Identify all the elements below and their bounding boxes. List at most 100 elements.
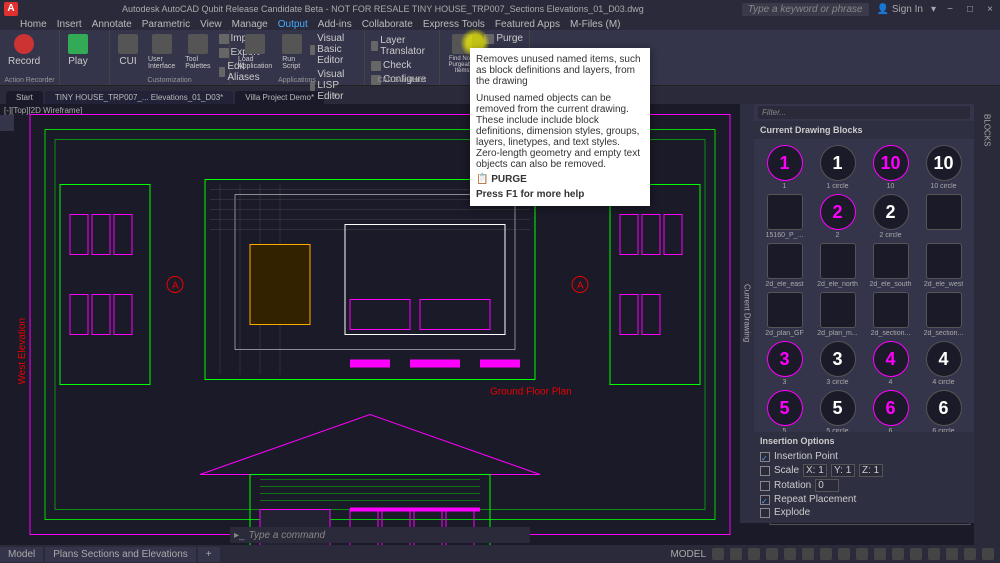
status-transp-icon[interactable] bbox=[838, 548, 850, 560]
ribbon-group-applications: Load Application Run Script Visual Basic… bbox=[230, 30, 365, 85]
cmd-icon: ▸_ bbox=[234, 530, 245, 541]
block-item[interactable]: 2d_ele_west bbox=[919, 243, 968, 288]
block-item[interactable]: 44 bbox=[866, 341, 915, 386]
block-item[interactable]: 1010 bbox=[866, 145, 915, 190]
block-item[interactable]: 2d_plan_m... bbox=[813, 292, 862, 337]
close-button[interactable]: × bbox=[984, 4, 996, 15]
ribbon-group-customization: CUI User Interface Tool Palettes Import … bbox=[110, 30, 230, 85]
menu-home[interactable]: Home bbox=[20, 19, 47, 30]
block-item[interactable]: 22 circle bbox=[866, 194, 915, 239]
block-item[interactable]: 55 bbox=[760, 390, 809, 432]
maximize-button[interactable]: □ bbox=[964, 4, 976, 15]
titlebar: A Autodesk AutoCAD Qubit Release Candida… bbox=[0, 0, 1000, 18]
menu-annotate[interactable]: Annotate bbox=[92, 19, 132, 30]
menu-addins[interactable]: Add-ins bbox=[318, 19, 352, 30]
play-button[interactable]: Play bbox=[64, 32, 92, 83]
status-custom-icon[interactable] bbox=[982, 548, 994, 560]
signin-button[interactable]: 👤 Sign In bbox=[877, 4, 923, 15]
checkbox[interactable] bbox=[760, 452, 770, 462]
svg-text:A: A bbox=[577, 281, 584, 292]
vba-editor-button[interactable]: Visual Basic Editor bbox=[308, 32, 360, 67]
menu-output[interactable]: Output bbox=[278, 19, 308, 30]
lisp-editor-button[interactable]: Visual LISP Editor bbox=[308, 68, 360, 103]
menu-featured[interactable]: Featured Apps bbox=[495, 19, 560, 30]
status-osnap-icon[interactable] bbox=[784, 548, 796, 560]
menu-parametric[interactable]: Parametric bbox=[142, 19, 190, 30]
block-item[interactable]: 66 bbox=[866, 390, 915, 432]
status-tab-model[interactable]: Model bbox=[0, 547, 43, 562]
app-logo[interactable]: A bbox=[4, 2, 18, 16]
ribbon-group-play: Play bbox=[60, 30, 110, 85]
block-item[interactable]: 22 bbox=[813, 194, 862, 239]
panel-side-label: Current Drawing bbox=[740, 104, 754, 523]
status-snap-icon[interactable] bbox=[730, 548, 742, 560]
block-item[interactable]: 33 circle bbox=[813, 341, 862, 386]
insertion-option-row[interactable]: Repeat Placement bbox=[760, 493, 968, 506]
ribbon-group-title: Applications bbox=[230, 77, 364, 84]
record-button[interactable]: Record bbox=[4, 32, 44, 83]
ribbon-group-title: Action Recorder bbox=[0, 77, 59, 84]
block-item[interactable]: 11 circle bbox=[813, 145, 862, 190]
status-clean-icon[interactable] bbox=[964, 548, 976, 560]
side-tab-blocks[interactable]: BLOCKS bbox=[983, 114, 992, 146]
menu-insert[interactable]: Insert bbox=[57, 19, 82, 30]
block-item[interactable]: 2d_ele_south bbox=[866, 243, 915, 288]
cmd-prompt: Type a command bbox=[249, 530, 326, 541]
block-item[interactable] bbox=[919, 194, 968, 239]
menu-view[interactable]: View bbox=[200, 19, 222, 30]
ribbon-group-recorder: Record Action Recorder bbox=[0, 30, 60, 85]
block-item[interactable]: 2d_section... bbox=[866, 292, 915, 337]
tab-start[interactable]: Start bbox=[6, 91, 43, 104]
menu-collaborate[interactable]: Collaborate bbox=[362, 19, 413, 30]
checkbox[interactable] bbox=[760, 481, 770, 491]
status-lweight-icon[interactable] bbox=[820, 548, 832, 560]
search-input[interactable]: Type a keyword or phrase bbox=[742, 3, 869, 16]
layer-translator-button[interactable]: Layer Translator bbox=[369, 34, 435, 58]
svg-text:A: A bbox=[172, 281, 179, 292]
block-item[interactable]: 2d_section... bbox=[919, 292, 968, 337]
checkbox[interactable] bbox=[760, 508, 770, 518]
check-button[interactable]: Check bbox=[369, 59, 435, 72]
block-item[interactable]: 2d_ele_east bbox=[760, 243, 809, 288]
checkbox[interactable] bbox=[760, 495, 770, 505]
purge-tooltip: Removes unused named items, such as bloc… bbox=[470, 48, 650, 206]
insertion-option-row[interactable]: Insertion Point bbox=[760, 450, 968, 463]
block-item[interactable]: 2d_ele_north bbox=[813, 243, 862, 288]
block-item[interactable]: 11 bbox=[760, 145, 809, 190]
status-tab-add[interactable]: + bbox=[198, 547, 220, 562]
status-grid-icon[interactable] bbox=[712, 548, 724, 560]
block-item[interactable]: 15160_P_... bbox=[760, 194, 809, 239]
ribbon-group-title: Customization bbox=[110, 77, 229, 84]
status-anno-icon[interactable] bbox=[874, 548, 886, 560]
help-icon[interactable]: ▾ bbox=[931, 4, 936, 15]
tooltip-footer: Press F1 for more help bbox=[476, 189, 644, 200]
block-item[interactable]: 1010 circle bbox=[919, 145, 968, 190]
blocks-filter-input[interactable]: Filter... bbox=[758, 106, 970, 119]
tab-current-file[interactable]: TINY HOUSE_TRP007_... Elevations_01_D03* bbox=[45, 91, 233, 104]
status-model[interactable]: MODEL bbox=[670, 549, 706, 560]
status-track-icon[interactable] bbox=[802, 548, 814, 560]
status-ortho-icon[interactable] bbox=[748, 548, 760, 560]
checkbox[interactable] bbox=[760, 466, 770, 476]
insertion-option-row[interactable]: ScaleX: 1Y: 1Z: 1 bbox=[760, 463, 968, 478]
status-polar-icon[interactable] bbox=[766, 548, 778, 560]
status-cycle-icon[interactable] bbox=[856, 548, 868, 560]
command-line[interactable]: ▸_ Type a command bbox=[230, 527, 530, 543]
status-hw-icon[interactable] bbox=[946, 548, 958, 560]
menu-mfiles[interactable]: M-Files (M) bbox=[570, 19, 621, 30]
block-item[interactable]: 33 bbox=[760, 341, 809, 386]
block-item[interactable]: 66 circle bbox=[919, 390, 968, 432]
status-monitor-icon[interactable] bbox=[910, 548, 922, 560]
block-item[interactable]: 2d_plan_GF bbox=[760, 292, 809, 337]
block-item[interactable]: 55 circle bbox=[813, 390, 862, 432]
label-gfp: Ground Floor Plan bbox=[490, 387, 572, 398]
status-workspace-icon[interactable] bbox=[892, 548, 904, 560]
insertion-option-row[interactable]: Rotation0 bbox=[760, 478, 968, 493]
minimize-button[interactable]: − bbox=[944, 4, 956, 15]
status-tab-layout[interactable]: Plans Sections and Elevations bbox=[45, 547, 196, 562]
insertion-option-row[interactable]: Explode bbox=[760, 506, 968, 519]
menu-manage[interactable]: Manage bbox=[232, 19, 268, 30]
block-item[interactable]: 44 circle bbox=[919, 341, 968, 386]
left-tab[interactable] bbox=[0, 119, 4, 127]
status-iso-icon[interactable] bbox=[928, 548, 940, 560]
